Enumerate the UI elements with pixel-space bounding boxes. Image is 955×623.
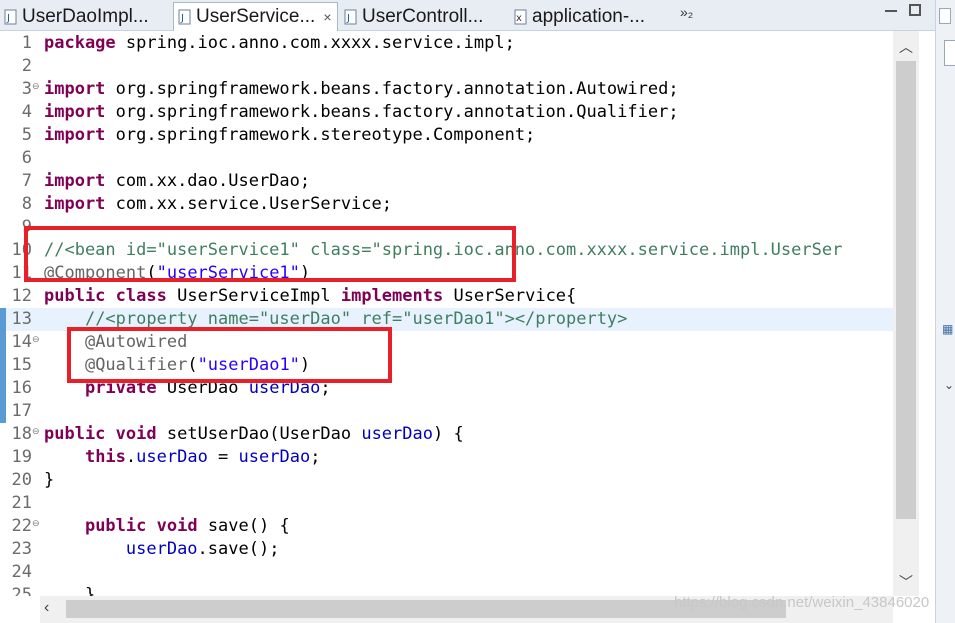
code-line[interactable]: 22 ⊖ public void save() { xyxy=(0,515,893,538)
maximize-icon[interactable] xyxy=(909,4,921,16)
editor-tab-bar: J UserDaoImpl... J UserService... × J Us… xyxy=(0,0,935,31)
tab-label: UserControll... xyxy=(362,5,484,27)
panel-scroll-icon[interactable] xyxy=(939,8,951,24)
code-text: import org.springframework.stereotype.Co… xyxy=(44,125,536,145)
code-line[interactable]: 4 import org.springframework.beans.factor… xyxy=(0,101,893,124)
code-text: package spring.ioc.anno.com.xxxx.service… xyxy=(44,33,515,53)
code-line[interactable]: 7 import com.xx.dao.UserDao; xyxy=(0,170,893,193)
fold-icon[interactable]: ⊖ xyxy=(32,332,40,346)
code-text: import org.springframework.beans.factory… xyxy=(44,102,679,122)
code-line[interactable]: 1 package spring.ioc.anno.com.xxxx.servic… xyxy=(0,32,893,55)
change-marker xyxy=(0,308,6,331)
scroll-left-icon[interactable]: ‹ xyxy=(44,599,49,617)
tab-label: UserDaoImpl... xyxy=(22,5,149,27)
line-number: 13 xyxy=(11,309,32,329)
svg-text:J: J xyxy=(6,13,10,24)
scroll-up-icon[interactable]: ︿ xyxy=(899,37,913,57)
code-line[interactable]: 2 xyxy=(0,55,893,78)
line-number: 3 xyxy=(21,79,32,99)
line-number: 22 xyxy=(11,516,32,536)
tab-usercontroller[interactable]: J UserControll... xyxy=(340,3,508,30)
code-text: } xyxy=(44,470,55,490)
code-text: import com.xx.service.UserService; xyxy=(44,194,392,214)
code-line[interactable]: 8 import com.xx.service.UserService; xyxy=(0,193,893,216)
line-number: 24 xyxy=(11,562,32,582)
code-text: public void setUserDao(UserDao userDao) … xyxy=(44,424,464,444)
panel-view-icon[interactable] xyxy=(944,40,955,66)
line-number: 25 xyxy=(11,585,32,596)
scroll-down-icon[interactable]: ﹀ xyxy=(899,572,913,592)
vertical-scroll-thumb[interactable] xyxy=(896,61,916,519)
tab-overflow-indicator[interactable]: »₂ xyxy=(680,4,693,20)
code-line[interactable]: 3 ⊖ import org.springframework.beans.facto… xyxy=(0,78,893,101)
line-number: 5 xyxy=(21,125,32,145)
line-number: 6 xyxy=(21,148,32,168)
code-line[interactable]: 17 xyxy=(0,400,893,423)
java-file-icon: J xyxy=(344,9,357,25)
change-marker xyxy=(0,331,6,354)
code-editor[interactable]: 1 package spring.ioc.anno.com.xxxx.servic… xyxy=(0,31,893,596)
right-side-panel: ▦ ⌄ xyxy=(935,0,955,623)
line-number: 21 xyxy=(11,493,32,513)
line-number: 14 xyxy=(11,332,32,352)
code-line[interactable]: 21 xyxy=(0,492,893,515)
line-number: 23 xyxy=(11,539,32,559)
code-line[interactable]: 5 import org.springframework.stereotype.C… xyxy=(0,124,893,147)
line-number: 12 xyxy=(11,286,32,306)
code-text: import com.xx.dao.UserDao; xyxy=(44,171,311,191)
line-number: 4 xyxy=(21,102,32,122)
code-line[interactable]: 24 xyxy=(0,561,893,584)
line-number: 19 xyxy=(11,447,32,467)
code-line[interactable]: 18 ⊖ public void setUserDao(UserDao userDa… xyxy=(0,423,893,446)
change-marker xyxy=(0,377,6,400)
fold-icon[interactable]: ⊖ xyxy=(32,424,40,438)
highlight-box-qualifier xyxy=(67,327,392,383)
line-number: 18 xyxy=(11,424,32,444)
tab-application-xml[interactable]: x application-... xyxy=(510,3,675,30)
change-marker xyxy=(0,354,6,377)
fold-icon[interactable]: ⊖ xyxy=(32,516,40,530)
scrollbar-corner xyxy=(0,596,40,623)
tab-userserviceimpl[interactable]: J UserService... × xyxy=(173,2,338,31)
svg-text:J: J xyxy=(346,13,350,24)
line-number: 7 xyxy=(21,171,32,191)
line-number: 2 xyxy=(21,56,32,76)
line-number: 16 xyxy=(11,378,32,398)
code-line[interactable]: 20} xyxy=(0,469,893,492)
java-file-icon: J xyxy=(4,9,17,25)
change-marker xyxy=(0,400,6,423)
java-file-icon: J xyxy=(178,9,191,25)
code-text: } xyxy=(44,585,96,596)
tab-userdaoimpl[interactable]: J UserDaoImpl... xyxy=(0,3,170,30)
line-number: 1 xyxy=(21,33,32,53)
fold-icon[interactable]: ⊖ xyxy=(32,79,40,93)
code-line[interactable]: 12 public class UserServiceImpl implement… xyxy=(0,285,893,308)
code-text: public void save() { xyxy=(84,516,290,536)
chevron-down-icon[interactable]: ⌄ xyxy=(944,378,954,392)
svg-text:J: J xyxy=(180,13,184,24)
minimize-icon[interactable] xyxy=(885,4,897,12)
xml-file-icon: x xyxy=(514,9,527,25)
line-number: 17 xyxy=(11,401,32,421)
line-number: 15 xyxy=(11,355,32,375)
svg-text:x: x xyxy=(516,13,522,24)
code-text: public class UserServiceImpl implements … xyxy=(44,286,577,306)
line-number: 20 xyxy=(11,470,32,490)
outline-icon[interactable]: ▦ xyxy=(942,322,953,336)
watermark: https://blog.csdn.net/weixin_43846020 xyxy=(674,594,930,611)
code-text: import org.springframework.beans.factory… xyxy=(44,79,679,99)
highlight-box-component xyxy=(24,226,516,282)
code-line[interactable]: 23 userDao.save(); xyxy=(0,538,893,561)
code-line[interactable]: 19 this.userDao = userDao; xyxy=(0,446,893,469)
vertical-scrollbar[interactable]: ︿ ﹀ xyxy=(893,31,919,596)
tab-label: UserService... xyxy=(196,6,316,27)
code-text: this.userDao = userDao; xyxy=(84,447,321,467)
line-number: 8 xyxy=(21,194,32,214)
code-text: userDao.save(); xyxy=(125,539,280,559)
code-line[interactable]: 6 xyxy=(0,147,893,170)
tab-label: application-... xyxy=(532,5,646,27)
close-icon[interactable]: × xyxy=(323,9,331,25)
